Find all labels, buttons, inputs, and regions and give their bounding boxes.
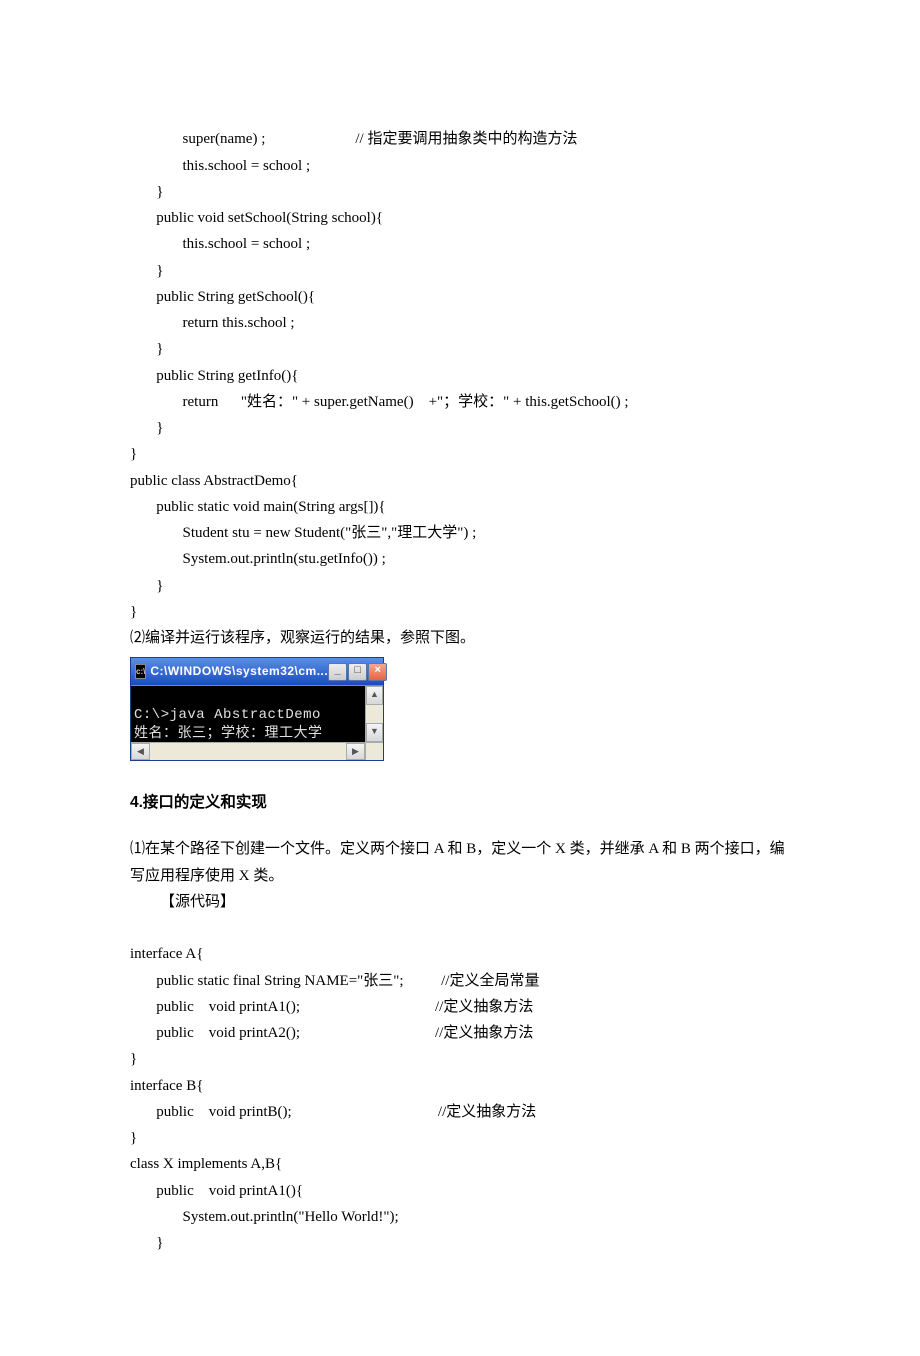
cmd-line: 姓名：张三；学校：理工大学 [134,726,323,742]
scroll-corner [365,743,383,760]
code-line: public void printA2(); [130,1025,300,1041]
code-line: } [130,420,163,436]
code-line: } [130,184,163,200]
code-line: public String getInfo(){ [130,368,298,384]
code-line: } [130,1051,137,1067]
code-line: } [130,1130,137,1146]
code-line: System.out.println("Hello World!"); [130,1209,399,1225]
code-block-1: super(name) ; // 指定要调用抽象类中的构造方法 this.sch… [130,100,790,625]
code-line: return "姓名：" + super.getName() +"；学校：" +… [130,394,629,410]
scroll-up-icon[interactable]: ▲ [366,686,383,705]
source-code-label: 【源代码】 [130,889,790,915]
code-line: } [130,1235,163,1251]
code-line: System.out.println(stu.getInfo()) ; [130,551,386,567]
scroll-track[interactable] [150,743,346,760]
code-line: } [130,341,163,357]
code-line: super(name) [130,131,257,147]
step-2-note: ⑵编译并运行该程序，观察运行的结果，参照下图。 [130,625,790,651]
cmd-window: c:\ C:\WINDOWS\system32\cm... _ □ × C:\>… [130,657,384,761]
code-line: public void printA1(){ [130,1183,303,1199]
cmd-titlebar: c:\ C:\WINDOWS\system32\cm... _ □ × [131,658,383,685]
scroll-right-icon[interactable]: ▶ [346,743,365,760]
code-line: return this.school ; [130,315,295,331]
step-1-para: ⑴在某个路径下创建一个文件。定义两个接口 A 和 B，定义一个 X 类，并继承 … [130,836,790,889]
vertical-scrollbar[interactable]: ▲ ▼ [365,686,383,742]
minimize-button[interactable]: _ [328,663,347,681]
code-line: } [130,578,163,594]
code-line: } [130,604,137,620]
code-line: public void printB(); [130,1104,292,1120]
code-comment: //定义全局常量 [404,973,540,989]
scroll-down-icon[interactable]: ▼ [366,723,383,742]
code-line: interface B{ [130,1078,203,1094]
code-line: interface A{ [130,946,203,962]
scroll-left-icon[interactable]: ◀ [131,743,150,760]
code-line: Student stu = new Student("张三","理工大学") ; [130,525,476,541]
code-line: class X implements A,B{ [130,1156,282,1172]
code-line: } [130,263,163,279]
section-heading-4: 4.接口的定义和实现 [130,789,790,816]
cmd-output: C:\>java AbstractDemo 姓名：张三；学校：理工大学 [131,686,365,742]
code-comment: //定义抽象方法 [300,999,533,1015]
code-line: public String getSchool(){ [130,289,315,305]
code-line: public static final String NAME="张三"; [130,973,404,989]
cmd-title-text: C:\WINDOWS\system32\cm... [150,661,328,682]
maximize-button[interactable]: □ [348,663,367,681]
code-comment: //定义抽象方法 [292,1104,537,1120]
cmd-line: C:\>java AbstractDemo [134,707,321,723]
code-line: public void setSchool(String school){ [130,210,383,226]
code-line: public static void main(String args[]){ [130,499,386,515]
code-line: public void printA1(); [130,999,300,1015]
close-button[interactable]: × [368,663,387,681]
code-line: public class AbstractDemo{ [130,473,298,489]
horizontal-scrollbar[interactable]: ◀ ▶ [131,742,383,760]
code-comment: ; // 指定要调用抽象类中的构造方法 [257,131,577,147]
code-line: this.school = school ; [130,236,310,252]
code-block-2: interface A{ public static final String … [130,915,790,1256]
cmd-app-icon: c:\ [135,664,146,679]
code-line: } [130,446,137,462]
code-comment: //定义抽象方法 [300,1025,533,1041]
code-line: this.school = school ; [130,158,310,174]
